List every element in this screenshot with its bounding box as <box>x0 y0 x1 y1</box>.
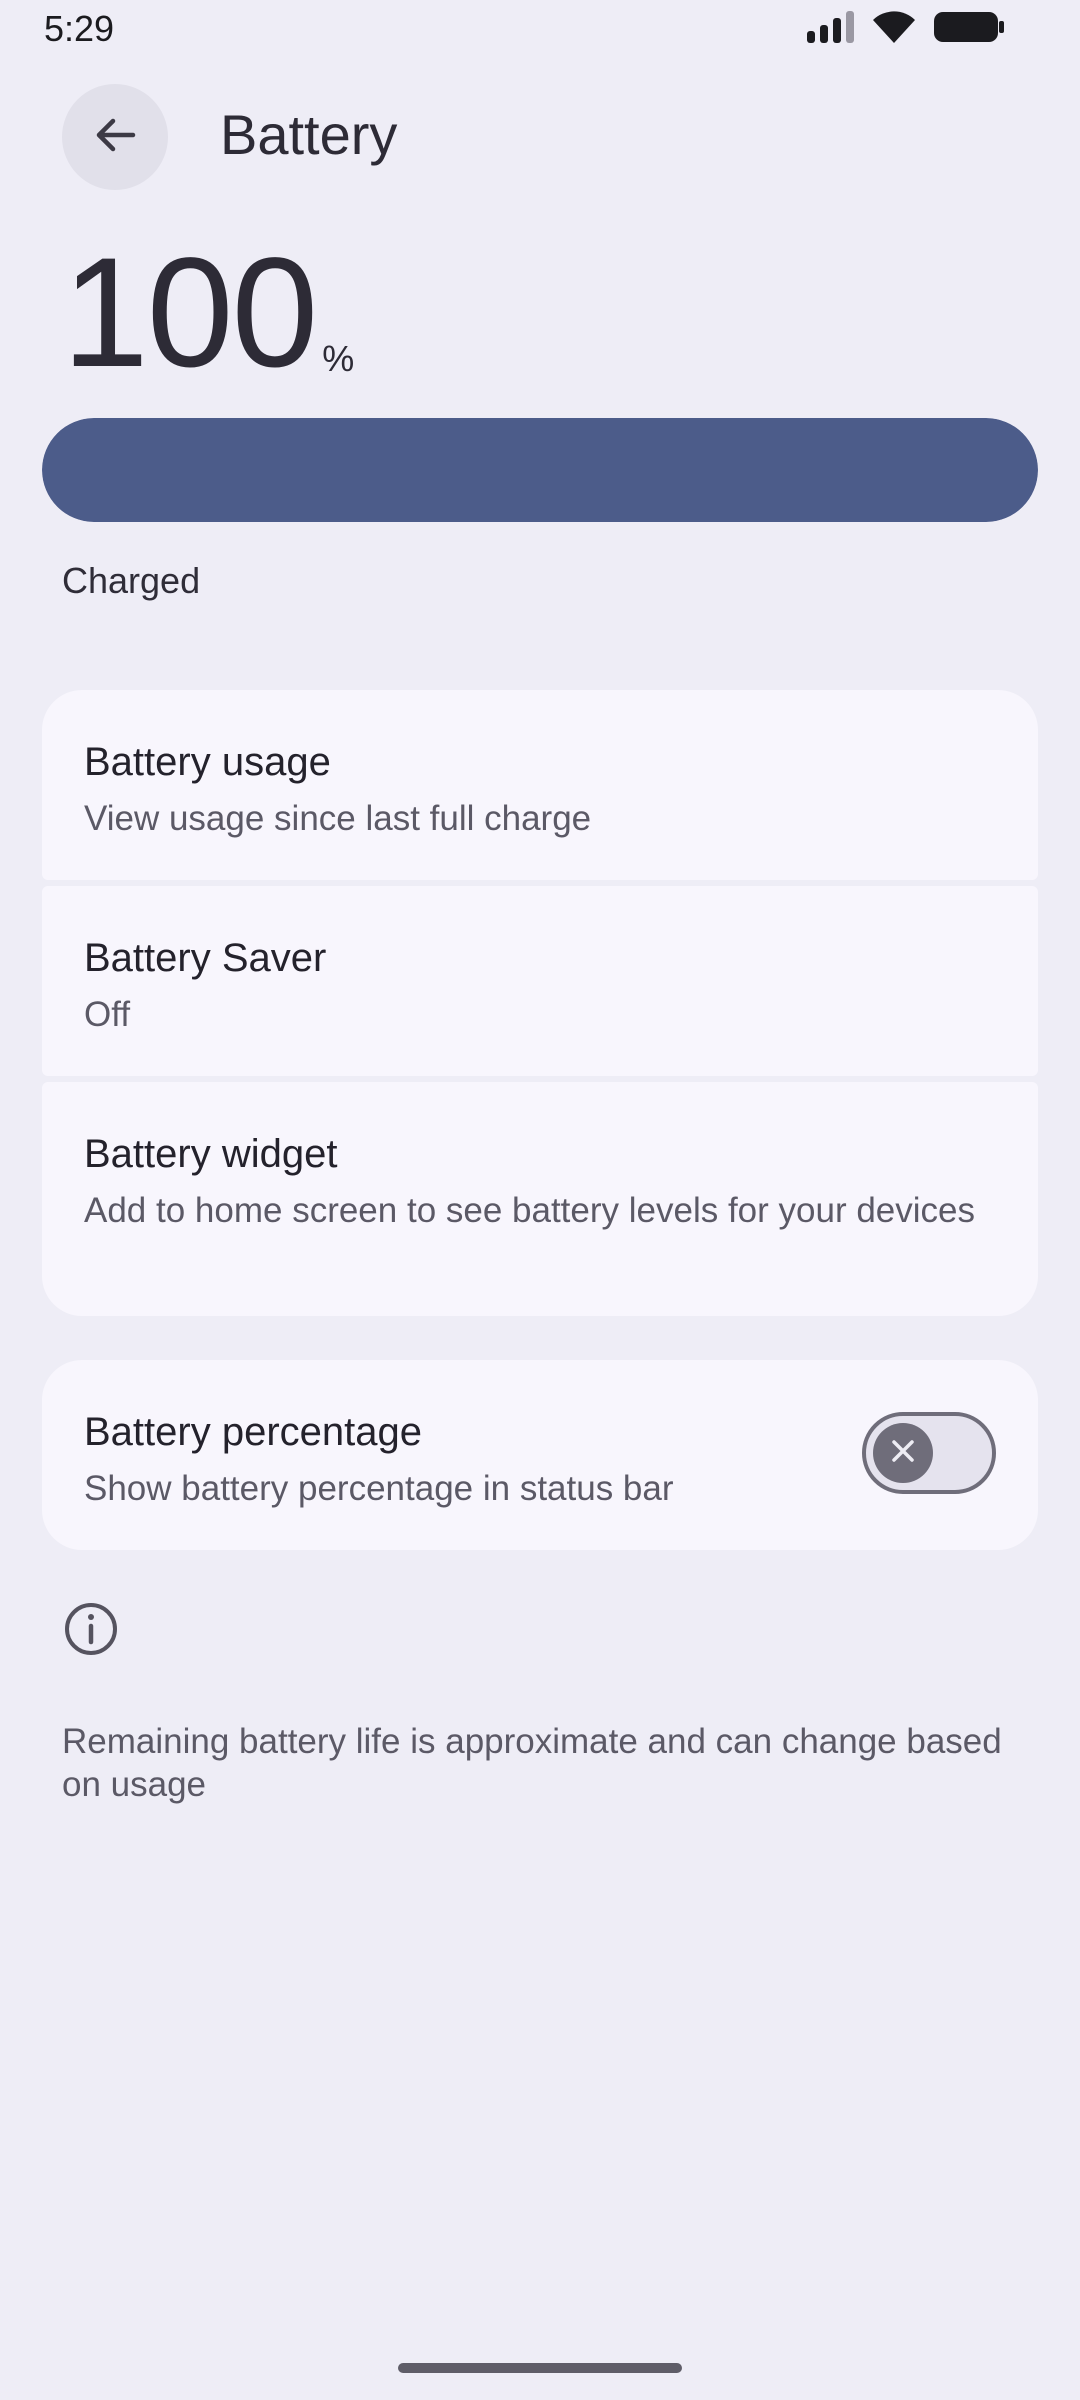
battery-level-bar <box>42 418 1038 522</box>
battery-level: 100 % <box>62 226 355 400</box>
charge-status: Charged <box>62 560 201 601</box>
battery-widget-title: Battery widget <box>84 1132 338 1176</box>
arrow-back-icon <box>93 113 137 162</box>
status-icons <box>807 10 1006 44</box>
back-button[interactable] <box>62 84 168 190</box>
battery-percentage-toggle[interactable] <box>862 1412 996 1494</box>
status-bar: 5:29 <box>0 0 1080 60</box>
battery-usage-title: Battery usage <box>84 740 331 784</box>
battery-widget-subtitle: Add to home screen to see battery levels… <box>84 1191 976 1230</box>
page-title: Battery <box>220 103 398 166</box>
home-indicator[interactable] <box>398 2363 682 2373</box>
status-time: 5:29 <box>44 8 115 49</box>
battery-saver-title: Battery Saver <box>84 936 327 980</box>
battery-widget-item[interactable]: Battery widget Add to home screen to see… <box>42 1082 1038 1316</box>
battery-saver-item[interactable]: Battery Saver Off <box>42 886 1038 1076</box>
battery-saver-subtitle: Off <box>84 995 131 1034</box>
battery-level-unit: % <box>322 338 355 379</box>
battery-level-number: 100 <box>62 226 318 400</box>
battery-level-bar-fill <box>42 418 1038 522</box>
battery-usage-item[interactable]: Battery usage View usage since last full… <box>42 690 1038 880</box>
battery-icon <box>934 10 1006 44</box>
toggle-thumb <box>873 1423 933 1483</box>
signal-icon <box>807 11 854 43</box>
wifi-icon <box>872 10 916 44</box>
info-icon <box>64 1602 118 1661</box>
battery-info-note: Remaining battery life is approximate an… <box>62 1722 1002 1804</box>
close-icon <box>890 1438 916 1469</box>
battery-percentage-item[interactable]: Battery percentage Show battery percenta… <box>42 1360 1038 1550</box>
battery-usage-subtitle: View usage since last full charge <box>84 799 592 838</box>
